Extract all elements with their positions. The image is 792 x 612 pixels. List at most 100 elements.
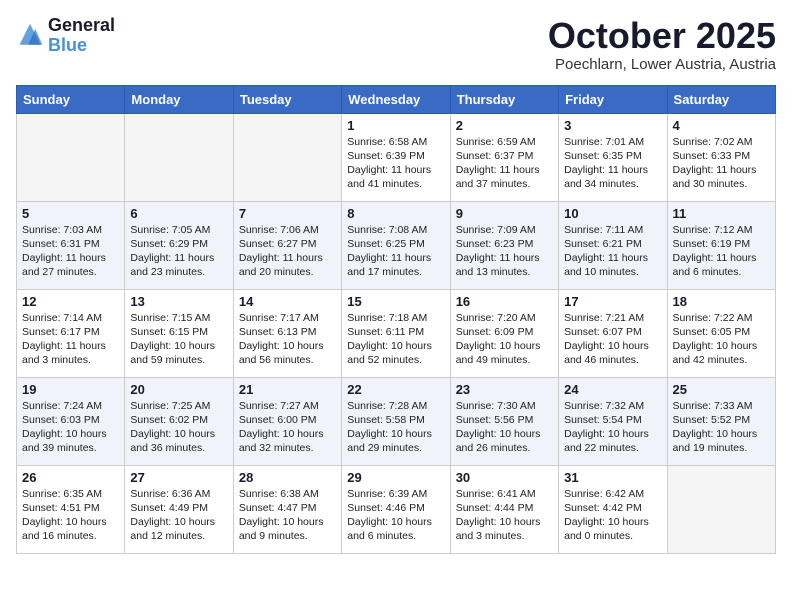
day-info: Sunrise: 6:35 AM Sunset: 4:51 PM Dayligh… <box>22 487 119 544</box>
day-number: 28 <box>239 470 336 485</box>
day-info: Sunrise: 7:32 AM Sunset: 5:54 PM Dayligh… <box>564 399 661 456</box>
day-info: Sunrise: 7:33 AM Sunset: 5:52 PM Dayligh… <box>673 399 770 456</box>
day-info: Sunrise: 7:14 AM Sunset: 6:17 PM Dayligh… <box>22 311 119 368</box>
calendar-week-row: 26 Sunrise: 6:35 AM Sunset: 4:51 PM Dayli… <box>17 465 776 553</box>
calendar-cell <box>125 113 233 201</box>
calendar-cell: 2 Sunrise: 6:59 AM Sunset: 6:37 PM Daylig… <box>450 113 558 201</box>
calendar-cell: 1 Sunrise: 6:58 AM Sunset: 6:39 PM Daylig… <box>342 113 450 201</box>
calendar-cell: 7 Sunrise: 7:06 AM Sunset: 6:27 PM Daylig… <box>233 201 341 289</box>
location: Poechlarn, Lower Austria, Austria <box>548 56 776 73</box>
day-number: 11 <box>673 206 770 221</box>
day-number: 7 <box>239 206 336 221</box>
day-info: Sunrise: 6:36 AM Sunset: 4:49 PM Dayligh… <box>130 487 227 544</box>
day-info: Sunrise: 7:22 AM Sunset: 6:05 PM Dayligh… <box>673 311 770 368</box>
month-title: October 2025 <box>548 16 776 56</box>
day-number: 3 <box>564 118 661 133</box>
day-info: Sunrise: 6:41 AM Sunset: 4:44 PM Dayligh… <box>456 487 553 544</box>
day-info: Sunrise: 6:39 AM Sunset: 4:46 PM Dayligh… <box>347 487 444 544</box>
day-number: 9 <box>456 206 553 221</box>
day-number: 21 <box>239 382 336 397</box>
calendar-week-row: 19 Sunrise: 7:24 AM Sunset: 6:03 PM Dayli… <box>17 377 776 465</box>
day-number: 14 <box>239 294 336 309</box>
day-info: Sunrise: 7:06 AM Sunset: 6:27 PM Dayligh… <box>239 223 336 280</box>
calendar-cell: 4Sunrise: 7:02 AM Sunset: 6:33 PM Daylig… <box>667 113 775 201</box>
day-number: 27 <box>130 470 227 485</box>
weekday-header: Thursday <box>450 85 558 113</box>
day-info: Sunrise: 7:09 AM Sunset: 6:23 PM Dayligh… <box>456 223 553 280</box>
calendar-cell: 19 Sunrise: 7:24 AM Sunset: 6:03 PM Dayli… <box>17 377 125 465</box>
calendar-cell: 25 Sunrise: 7:33 AM Sunset: 5:52 PM Dayli… <box>667 377 775 465</box>
calendar: SundayMondayTuesdayWednesdayThursdayFrid… <box>16 85 776 554</box>
weekday-header: Sunday <box>17 85 125 113</box>
calendar-cell: 17 Sunrise: 7:21 AM Sunset: 6:07 PM Dayli… <box>559 289 667 377</box>
logo-text: General Blue <box>48 16 115 56</box>
day-info: Sunrise: 7:28 AM Sunset: 5:58 PM Dayligh… <box>347 399 444 456</box>
calendar-week-row: 1 Sunrise: 6:58 AM Sunset: 6:39 PM Daylig… <box>17 113 776 201</box>
calendar-cell: 27 Sunrise: 6:36 AM Sunset: 4:49 PM Dayli… <box>125 465 233 553</box>
day-number: 30 <box>456 470 553 485</box>
day-number: 25 <box>673 382 770 397</box>
calendar-header-row: SundayMondayTuesdayWednesdayThursdayFrid… <box>17 85 776 113</box>
day-info: Sunrise: 7:20 AM Sunset: 6:09 PM Dayligh… <box>456 311 553 368</box>
calendar-cell <box>667 465 775 553</box>
calendar-cell: 9 Sunrise: 7:09 AM Sunset: 6:23 PM Daylig… <box>450 201 558 289</box>
day-info: Sunrise: 7:12 AM Sunset: 6:19 PM Dayligh… <box>673 223 770 280</box>
day-number: 29 <box>347 470 444 485</box>
day-info: Sunrise: 7:17 AM Sunset: 6:13 PM Dayligh… <box>239 311 336 368</box>
day-number: 23 <box>456 382 553 397</box>
logo: General Blue <box>16 16 115 56</box>
calendar-cell: 22Sunrise: 7:28 AM Sunset: 5:58 PM Dayli… <box>342 377 450 465</box>
weekday-header: Saturday <box>667 85 775 113</box>
calendar-cell <box>17 113 125 201</box>
calendar-cell: 3 Sunrise: 7:01 AM Sunset: 6:35 PM Daylig… <box>559 113 667 201</box>
weekday-header: Monday <box>125 85 233 113</box>
calendar-cell: 31Sunrise: 6:42 AM Sunset: 4:42 PM Dayli… <box>559 465 667 553</box>
weekday-header: Tuesday <box>233 85 341 113</box>
day-info: Sunrise: 7:08 AM Sunset: 6:25 PM Dayligh… <box>347 223 444 280</box>
day-number: 24 <box>564 382 661 397</box>
calendar-cell: 14 Sunrise: 7:17 AM Sunset: 6:13 PM Dayli… <box>233 289 341 377</box>
day-info: Sunrise: 7:05 AM Sunset: 6:29 PM Dayligh… <box>130 223 227 280</box>
calendar-cell: 30 Sunrise: 6:41 AM Sunset: 4:44 PM Dayli… <box>450 465 558 553</box>
day-number: 8 <box>347 206 444 221</box>
day-info: Sunrise: 7:27 AM Sunset: 6:00 PM Dayligh… <box>239 399 336 456</box>
calendar-cell: 13Sunrise: 7:15 AM Sunset: 6:15 PM Dayli… <box>125 289 233 377</box>
calendar-cell: 12 Sunrise: 7:14 AM Sunset: 6:17 PM Dayli… <box>17 289 125 377</box>
calendar-cell: 15Sunrise: 7:18 AM Sunset: 6:11 PM Dayli… <box>342 289 450 377</box>
day-number: 26 <box>22 470 119 485</box>
calendar-cell: 16 Sunrise: 7:20 AM Sunset: 6:09 PM Dayli… <box>450 289 558 377</box>
weekday-header: Friday <box>559 85 667 113</box>
title-block: October 2025 Poechlarn, Lower Austria, A… <box>548 16 776 73</box>
day-number: 17 <box>564 294 661 309</box>
day-info: Sunrise: 7:18 AM Sunset: 6:11 PM Dayligh… <box>347 311 444 368</box>
day-info: Sunrise: 7:24 AM Sunset: 6:03 PM Dayligh… <box>22 399 119 456</box>
day-number: 16 <box>456 294 553 309</box>
calendar-cell: 8 Sunrise: 7:08 AM Sunset: 6:25 PM Daylig… <box>342 201 450 289</box>
calendar-cell: 11 Sunrise: 7:12 AM Sunset: 6:19 PM Dayli… <box>667 201 775 289</box>
day-info: Sunrise: 7:25 AM Sunset: 6:02 PM Dayligh… <box>130 399 227 456</box>
logo-icon <box>16 22 44 50</box>
calendar-cell: 28 Sunrise: 6:38 AM Sunset: 4:47 PM Dayli… <box>233 465 341 553</box>
day-info: Sunrise: 7:21 AM Sunset: 6:07 PM Dayligh… <box>564 311 661 368</box>
day-info: Sunrise: 6:59 AM Sunset: 6:37 PM Dayligh… <box>456 135 553 192</box>
day-number: 13 <box>130 294 227 309</box>
calendar-body: 1 Sunrise: 6:58 AM Sunset: 6:39 PM Daylig… <box>17 113 776 553</box>
day-info: Sunrise: 7:01 AM Sunset: 6:35 PM Dayligh… <box>564 135 661 192</box>
calendar-cell <box>233 113 341 201</box>
day-number: 20 <box>130 382 227 397</box>
day-number: 31 <box>564 470 661 485</box>
day-info: Sunrise: 7:02 AM Sunset: 6:33 PM Dayligh… <box>673 135 770 192</box>
day-number: 1 <box>347 118 444 133</box>
calendar-week-row: 12 Sunrise: 7:14 AM Sunset: 6:17 PM Dayli… <box>17 289 776 377</box>
day-number: 12 <box>22 294 119 309</box>
calendar-cell: 21 Sunrise: 7:27 AM Sunset: 6:00 PM Dayli… <box>233 377 341 465</box>
day-info: Sunrise: 6:38 AM Sunset: 4:47 PM Dayligh… <box>239 487 336 544</box>
day-number: 18 <box>673 294 770 309</box>
day-number: 19 <box>22 382 119 397</box>
day-number: 6 <box>130 206 227 221</box>
day-info: Sunrise: 6:58 AM Sunset: 6:39 PM Dayligh… <box>347 135 444 192</box>
calendar-cell: 10Sunrise: 7:11 AM Sunset: 6:21 PM Dayli… <box>559 201 667 289</box>
calendar-cell: 26 Sunrise: 6:35 AM Sunset: 4:51 PM Dayli… <box>17 465 125 553</box>
day-number: 2 <box>456 118 553 133</box>
calendar-cell: 18 Sunrise: 7:22 AM Sunset: 6:05 PM Dayli… <box>667 289 775 377</box>
